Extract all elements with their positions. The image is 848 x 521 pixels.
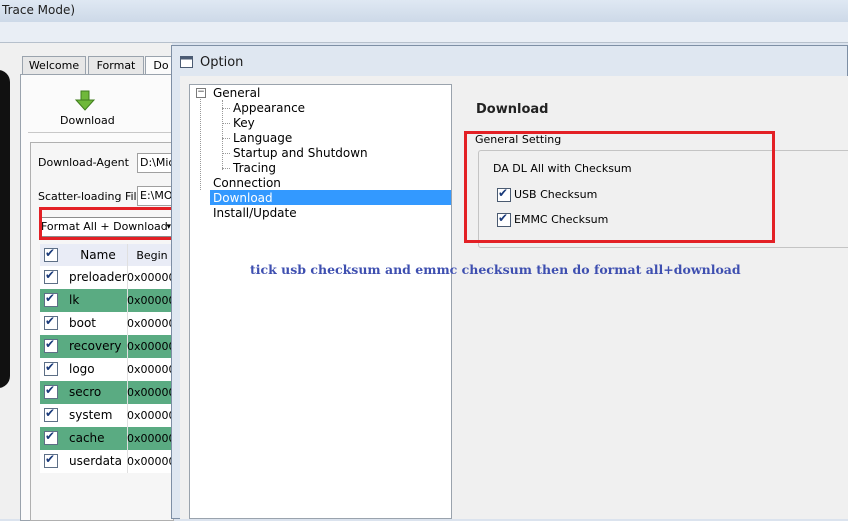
column-header-name: Name [66, 244, 128, 267]
tree-item-tracing[interactable]: Tracing [233, 161, 276, 175]
window-icon [180, 56, 193, 68]
row-checkbox[interactable] [44, 360, 58, 376]
table-row[interactable]: cache 0x000000 [40, 427, 177, 450]
partition-begin: 0x000000 [127, 432, 177, 445]
partition-name: recovery [66, 335, 128, 358]
tab-download-label: Do [153, 59, 169, 72]
main-window-title: Trace Mode) [2, 3, 76, 17]
partition-name: preloader [66, 266, 128, 289]
row-checkbox[interactable] [44, 337, 58, 353]
partition-name: boot [66, 312, 128, 335]
highlight-box-checksum [464, 131, 775, 243]
tree-connector [222, 108, 230, 109]
tree-item-key[interactable]: Key [233, 116, 255, 130]
row-checkbox[interactable] [44, 406, 58, 422]
tree-item-connection[interactable]: Connection [213, 176, 281, 190]
tree-item-general[interactable]: General [213, 86, 260, 100]
partition-begin: 0x000000 [127, 455, 177, 468]
table-row[interactable]: system 0x000000 [40, 404, 177, 427]
row-checkbox[interactable] [44, 383, 58, 399]
table-row[interactable]: userdata 0x000000 [40, 450, 177, 473]
column-header-begin: Begin [136, 249, 168, 262]
download-button-label[interactable]: Download [60, 114, 115, 127]
tree-connector [222, 123, 230, 124]
partition-name: secro [66, 381, 128, 404]
row-checkbox[interactable] [44, 268, 58, 284]
tree-item-install-update[interactable]: Install/Update [213, 206, 297, 220]
tab-format-label: Format [96, 59, 136, 72]
pane-heading: Download [476, 102, 549, 117]
scatter-file-label: Scatter-loading File [38, 190, 144, 203]
partition-begin: 0x000000 [127, 340, 177, 353]
tree-connector [222, 153, 230, 154]
download-arrow-icon[interactable] [74, 90, 96, 112]
annotation-text: tick usb checksum and emmc checksum then… [250, 262, 741, 277]
partition-begin: 0x000000 [127, 409, 177, 422]
table-row[interactable]: preloader 0x000000 [40, 266, 177, 289]
table-row[interactable]: recovery 0x000000 [40, 335, 177, 358]
tree-item-download[interactable]: Download [213, 191, 273, 205]
select-all-checkbox[interactable] [44, 246, 58, 262]
row-checkbox[interactable] [44, 452, 58, 468]
partition-begin: 0x000000 [127, 363, 177, 376]
tree-connector [222, 138, 230, 139]
partition-begin: 0x000000 [127, 271, 177, 284]
partition-name: cache [66, 427, 128, 450]
row-checkbox[interactable] [44, 429, 58, 445]
table-row[interactable]: lk 0x000000 [40, 289, 177, 312]
partition-begin: 0x000000 [127, 294, 177, 307]
collapse-icon[interactable]: − [196, 88, 206, 98]
partition-name: userdata [66, 450, 128, 473]
toolbar-divider [28, 132, 172, 133]
table-row[interactable]: secro 0x000000 [40, 381, 177, 404]
partition-begin: 0x000000 [127, 317, 177, 330]
main-window-toolbar-band [0, 22, 848, 43]
phone-image [0, 70, 10, 388]
table-header: Name Begin [40, 244, 172, 268]
tree-item-appearance[interactable]: Appearance [233, 101, 305, 115]
table-row[interactable]: boot 0x000000 [40, 312, 177, 335]
tree-item-language[interactable]: Language [233, 131, 292, 145]
row-checkbox[interactable] [44, 314, 58, 330]
tree-connector [222, 168, 230, 169]
partition-name: system [66, 404, 128, 427]
partition-name: lk [66, 289, 128, 312]
table-row[interactable]: logo 0x000000 [40, 358, 177, 381]
tree-connector [200, 97, 201, 190]
tree-connector [222, 100, 223, 170]
partition-begin: 0x000000 [127, 386, 177, 399]
download-agent-label: Download-Agent [38, 156, 129, 169]
row-checkbox[interactable] [44, 291, 58, 307]
highlight-box-mode [39, 207, 179, 240]
main-window-titlebar: Trace Mode) [0, 0, 848, 23]
tab-format[interactable]: Format [88, 56, 144, 75]
tab-welcome-label: Welcome [28, 59, 80, 72]
dialog-title: Option [200, 55, 244, 70]
tab-welcome[interactable]: Welcome [22, 56, 86, 75]
partition-name: logo [66, 358, 128, 381]
tree-item-startup[interactable]: Startup and Shutdown [233, 146, 368, 160]
